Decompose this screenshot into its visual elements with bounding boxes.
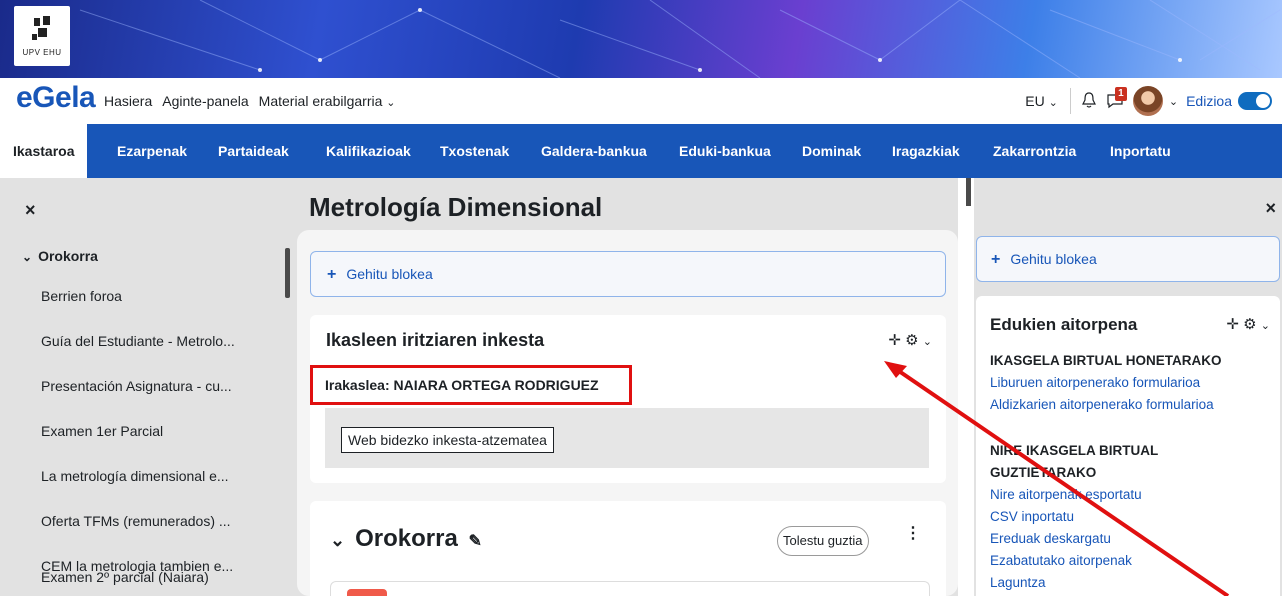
tab-kalifikazioak[interactable]: Kalifikazioak bbox=[326, 124, 411, 178]
upv-ehu-logo-icon bbox=[32, 16, 50, 40]
nav-link-material-label: Material erabilgarria bbox=[258, 93, 383, 109]
block-link[interactable]: Ereduak deskargatu bbox=[990, 531, 1111, 546]
messages-icon[interactable]: 1 bbox=[1105, 86, 1129, 112]
block-link[interactable]: Laguntza bbox=[990, 575, 1046, 590]
nav-link-aginte-panela[interactable]: Aginte-panela bbox=[162, 93, 248, 109]
drawer-scrollbar[interactable] bbox=[285, 248, 290, 298]
block-link[interactable]: Aldizkarien aitorpenerako formularioa bbox=[990, 397, 1214, 412]
top-navbar: eGela Hasiera Aginte-panela Material era… bbox=[0, 78, 1282, 124]
course-index-item[interactable]: Examen 2º parcial (Naiara) bbox=[41, 569, 209, 585]
activity-row[interactable] bbox=[330, 581, 930, 596]
pencil-icon[interactable]: ✎ bbox=[468, 533, 481, 550]
chevron-down-icon[interactable]: ⌄ bbox=[923, 336, 932, 348]
course-index-item[interactable]: La metrología dimensional e... bbox=[41, 468, 229, 484]
gear-icon[interactable]: ⚙ bbox=[1243, 316, 1256, 333]
web-survey-button[interactable]: Web bidezko inkesta-atzematea bbox=[341, 427, 554, 453]
add-block-button[interactable]: + Gehitu blokea bbox=[310, 251, 946, 297]
course-index-drawer: × ⌄ Orokorra Berrien foroa Guía del Estud… bbox=[0, 178, 297, 596]
tab-iragazkiak[interactable]: Iragazkiak bbox=[892, 124, 960, 178]
chevron-down-icon: ⌄ bbox=[1048, 97, 1058, 109]
block-heading: NIRE IKASGELA BIRTUAL bbox=[990, 443, 1159, 458]
tab-eduki-bankua[interactable]: Eduki-bankua bbox=[679, 124, 771, 178]
collapse-all-button[interactable]: Tolestu guztia bbox=[777, 526, 869, 556]
tab-dominak[interactable]: Dominak bbox=[802, 124, 861, 178]
course-index-item[interactable]: Oferta TFMs (remunerados) ... bbox=[41, 513, 231, 529]
tab-inportatu[interactable]: Inportatu bbox=[1110, 124, 1171, 178]
course-section: ⌄ Orokorra ✎ Tolestu guztia ⋮ bbox=[310, 501, 946, 596]
section-title-label: Orokorra bbox=[355, 525, 458, 552]
user-menu-area: EU ⌄ 1 ⌄ Edizioa bbox=[1025, 86, 1272, 116]
tab-ikastaroa[interactable]: Ikastaroa bbox=[0, 124, 88, 178]
survey-block-title: Ikasleen iritziaren inkesta bbox=[326, 330, 545, 350]
block-link[interactable]: CSV inportatu bbox=[990, 509, 1074, 524]
chevron-down-icon[interactable]: ⌄ bbox=[1169, 95, 1178, 108]
kebab-menu-icon[interactable]: ⋮ bbox=[905, 523, 921, 543]
primary-nav: Hasiera Aginte-panela Material erabilgar… bbox=[104, 93, 405, 109]
course-index-item[interactable]: Examen 1er Parcial bbox=[41, 423, 163, 439]
block-link[interactable]: Ezabatutako aitorpenak bbox=[990, 553, 1132, 568]
nav-link-hasiera[interactable]: Hasiera bbox=[104, 93, 152, 109]
bell-icon[interactable] bbox=[1081, 91, 1097, 112]
teacher-highlight-box: Irakaslea: NAIARA ORTEGA RODRIGUEZ bbox=[310, 365, 632, 405]
course-index-item[interactable]: Presentación Asignatura - cu... bbox=[41, 378, 232, 394]
gear-icon[interactable]: ⚙ bbox=[905, 332, 918, 349]
chevron-down-icon[interactable]: ⌄ bbox=[1261, 320, 1270, 332]
survey-block-content: Web bidezko inkesta-atzematea bbox=[325, 408, 929, 468]
chevron-down-icon: ⌄ bbox=[386, 97, 396, 109]
tab-ezarpenak[interactable]: Ezarpenak bbox=[117, 124, 187, 178]
main-scrollbar[interactable] bbox=[966, 178, 971, 206]
page-title: Metrología Dimensional bbox=[309, 192, 603, 222]
block-heading: GUZTIETARAKO bbox=[990, 465, 1097, 480]
teacher-name: Irakaslea: NAIARA ORTEGA RODRIGUEZ bbox=[325, 377, 599, 393]
block-title: Edukien aitorpena bbox=[990, 315, 1138, 334]
block-drawer: × + Gehitu blokea Edukien aitorpena ✛ ⚙ ⌄… bbox=[974, 178, 1282, 596]
block-controls: ✛ ⚙ ⌄ bbox=[888, 331, 932, 349]
add-block-label: Gehitu blokea bbox=[1010, 251, 1097, 267]
course-index-section-label: Orokorra bbox=[38, 248, 98, 264]
chevron-down-icon[interactable]: ⌄ bbox=[330, 530, 345, 550]
chevron-down-icon: ⌄ bbox=[22, 250, 33, 264]
plus-icon: + bbox=[991, 251, 1001, 268]
block-controls: ✛ ⚙ ⌄ bbox=[1226, 315, 1270, 333]
header-banner: UPV EHU bbox=[0, 0, 1282, 78]
tab-txostenak[interactable]: Txostenak bbox=[440, 124, 509, 178]
content-card: + Gehitu blokea Ikasleen iritziaren inkes… bbox=[297, 230, 958, 596]
close-drawer-button[interactable]: × bbox=[25, 200, 36, 221]
add-block-label: Gehitu blokea bbox=[346, 266, 433, 282]
content-declaration-block: Edukien aitorpena ✛ ⚙ ⌄ IKASGELA BIRTUAL… bbox=[976, 296, 1280, 596]
main-content: Metrología Dimensional + Gehitu blokea Ik… bbox=[297, 178, 958, 596]
course-index-item[interactable]: Guía del Estudiante - Metrolo... bbox=[41, 333, 235, 349]
message-count-badge: 1 bbox=[1114, 86, 1127, 101]
edit-mode-toggle[interactable] bbox=[1238, 92, 1272, 110]
edit-mode-label: Edizioa bbox=[1186, 93, 1232, 109]
block-link[interactable]: Nire aitorpenak esportatu bbox=[990, 487, 1142, 502]
course-index-item[interactable]: Berrien foroa bbox=[41, 288, 122, 304]
course-secondary-nav: Ikastaroa Ezarpenak Partaideak Kalifikaz… bbox=[0, 124, 1282, 178]
language-label: EU bbox=[1025, 93, 1045, 109]
site-brand[interactable]: eGela bbox=[16, 81, 96, 115]
section-title: ⌄ Orokorra ✎ bbox=[330, 525, 482, 553]
language-selector[interactable]: EU ⌄ bbox=[1025, 93, 1058, 109]
add-block-button[interactable]: + Gehitu blokea bbox=[976, 236, 1280, 282]
plus-icon: + bbox=[327, 266, 337, 283]
logo-text: UPV EHU bbox=[22, 48, 62, 57]
activity-icon bbox=[347, 589, 387, 596]
course-index-section[interactable]: ⌄ Orokorra bbox=[22, 248, 98, 264]
block-link[interactable]: Liburuen aitorpenerako formularioa bbox=[990, 375, 1200, 390]
banner-network-graphic bbox=[79, 0, 1281, 78]
nav-link-material[interactable]: Material erabilgarria ⌄ bbox=[259, 93, 396, 109]
university-logo[interactable]: UPV EHU bbox=[14, 6, 70, 66]
tab-zakarrontzia[interactable]: Zakarrontzia bbox=[993, 124, 1076, 178]
move-icon[interactable]: ✛ bbox=[1226, 316, 1239, 333]
divider bbox=[1069, 88, 1071, 114]
close-drawer-button[interactable]: × bbox=[1265, 198, 1276, 219]
move-icon[interactable]: ✛ bbox=[888, 332, 901, 349]
tab-galdera-bankua[interactable]: Galdera-bankua bbox=[541, 124, 647, 178]
tab-partaideak[interactable]: Partaideak bbox=[218, 124, 289, 178]
block-heading: IKASGELA BIRTUAL HONETARAKO bbox=[990, 353, 1222, 368]
survey-block: Ikasleen iritziaren inkesta ✛ ⚙ ⌄ Irakas… bbox=[310, 315, 946, 483]
avatar[interactable] bbox=[1132, 86, 1163, 116]
